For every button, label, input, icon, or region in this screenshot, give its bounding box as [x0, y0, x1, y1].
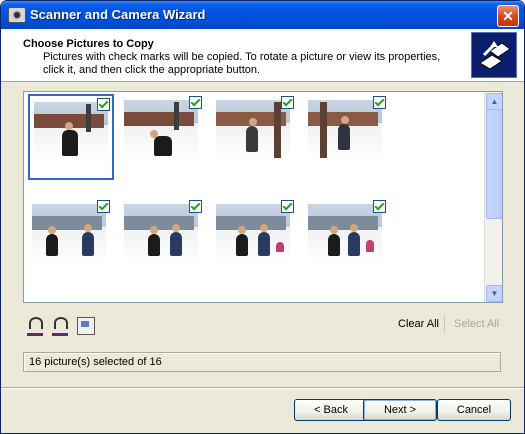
photo-thumbnail-6[interactable]: [120, 198, 204, 282]
clear-all-button[interactable]: Clear All: [398, 318, 439, 330]
photo-image: [216, 100, 290, 158]
window-title: Scanner and Camera Wizard: [30, 7, 206, 22]
photo-checkbox[interactable]: [281, 96, 294, 109]
photo-image: [308, 204, 382, 262]
photo-thumbnail-7[interactable]: [212, 198, 296, 282]
title-bar[interactable]: Scanner and Camera Wizard ✕: [1, 1, 524, 29]
page-description: Pictures with check marks will be copied…: [43, 51, 441, 76]
page-title: Choose Pictures to Copy: [23, 38, 154, 50]
photo-thumbnail-5[interactable]: [28, 198, 112, 282]
next-button[interactable]: Next >: [363, 399, 437, 421]
selection-status: 16 picture(s) selected of 16: [23, 352, 501, 372]
thumbnail-pane: ▲ ▼: [23, 91, 503, 303]
thumbnail-grid: [24, 92, 484, 302]
photo-thumbnail-3[interactable]: [212, 94, 296, 178]
photo-image: [124, 100, 198, 158]
photo-checkbox[interactable]: [189, 200, 202, 213]
photo-image: [124, 204, 198, 262]
scroll-up-button[interactable]: ▲: [486, 93, 502, 110]
photo-checkbox[interactable]: [97, 98, 110, 111]
photo-checkbox[interactable]: [281, 200, 294, 213]
camera-icon: [8, 7, 26, 23]
photo-checkbox[interactable]: [373, 96, 386, 109]
photo-image: [216, 204, 290, 262]
photo-image: [32, 204, 106, 262]
wizard-logo-icon: [471, 32, 517, 78]
close-button[interactable]: ✕: [497, 5, 519, 27]
photo-thumbnail-1[interactable]: [28, 94, 114, 180]
photo-checkbox[interactable]: [189, 96, 202, 109]
photo-checkbox[interactable]: [373, 200, 386, 213]
footer-divider: [1, 387, 524, 388]
vertical-scrollbar[interactable]: ▲ ▼: [484, 92, 502, 302]
photo-thumbnail-4[interactable]: [304, 94, 388, 178]
scroll-thumb[interactable]: [486, 109, 502, 219]
photo-checkbox[interactable]: [97, 200, 110, 213]
select-all-button[interactable]: Select All: [454, 318, 499, 330]
cancel-button[interactable]: Cancel: [437, 399, 511, 421]
photo-thumbnail-2[interactable]: [120, 94, 204, 178]
rotate-left-icon[interactable]: [27, 317, 43, 336]
photo-thumbnail-8[interactable]: [304, 198, 388, 282]
scroll-down-button[interactable]: ▼: [486, 285, 502, 302]
wizard-window: Scanner and Camera Wizard ✕ Choose Pictu…: [0, 0, 525, 434]
rotate-right-icon[interactable]: [52, 317, 68, 336]
wizard-header: Choose Pictures to Copy Pictures with ch…: [1, 29, 524, 82]
properties-icon[interactable]: [77, 317, 95, 335]
status-text: 16 picture(s) selected of 16: [29, 356, 162, 368]
photo-image: [308, 100, 382, 158]
back-button[interactable]: < Back: [294, 399, 368, 421]
toolbar-separator: [444, 315, 445, 333]
